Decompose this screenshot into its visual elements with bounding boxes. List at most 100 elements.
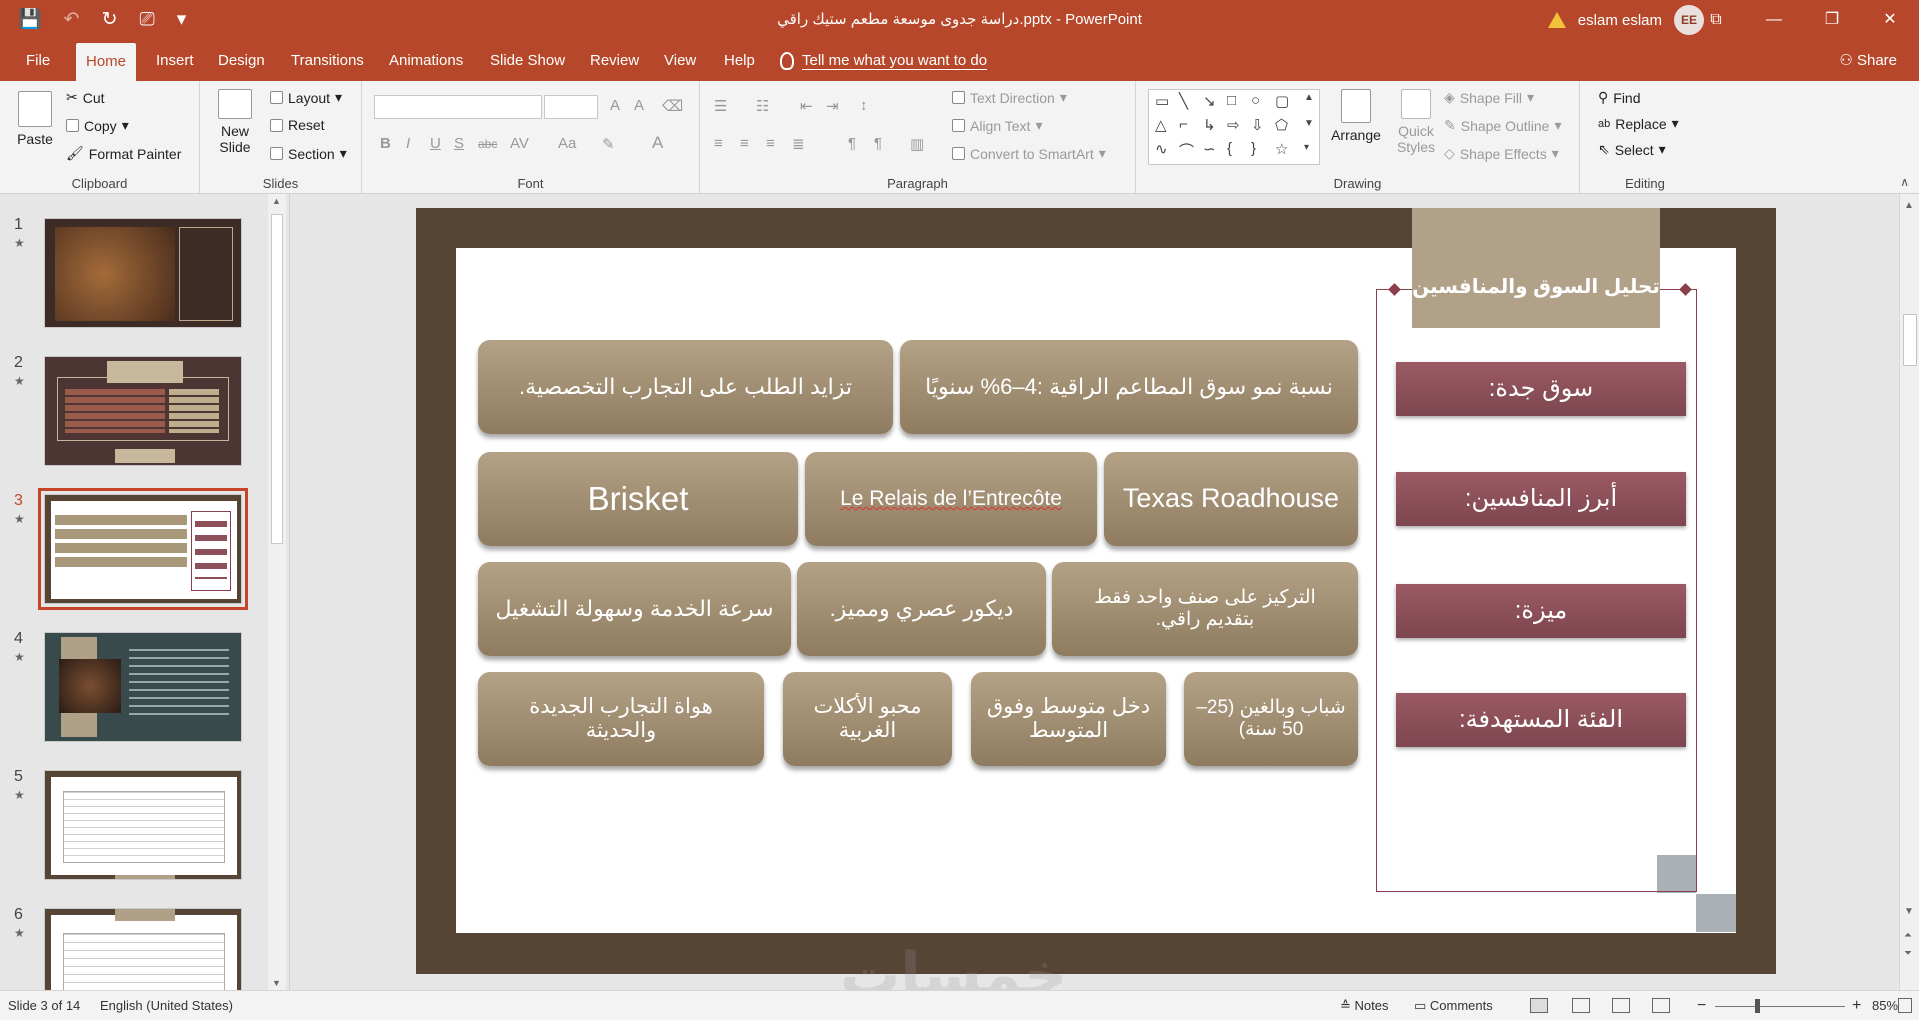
slide-sorter-view-icon[interactable] (1572, 998, 1590, 1013)
slide-thumbnail-4[interactable] (44, 632, 242, 742)
find-button[interactable]: ⚲ Find (1598, 89, 1641, 106)
italic-icon[interactable]: I (406, 135, 410, 152)
tab-review[interactable]: Review (580, 40, 649, 81)
elbow-connector-icon[interactable]: ⌐ (1179, 116, 1188, 133)
card-texas-roadhouse[interactable]: Texas Roadhouse (1104, 452, 1358, 546)
tab-transitions[interactable]: Transitions (281, 40, 374, 81)
elbow-arrow-icon[interactable]: ↳ (1203, 116, 1216, 134)
notes-button[interactable]: ≙ Notes (1340, 991, 1388, 1020)
scrollbar-thumb[interactable] (1903, 314, 1917, 366)
gallery-up-icon[interactable]: ▲ (1304, 92, 1314, 103)
zoom-level[interactable]: 85% (1872, 991, 1898, 1020)
scrollbar-thumb[interactable] (271, 214, 283, 544)
bold-icon[interactable]: B (380, 135, 391, 152)
decrease-indent-icon[interactable]: ⇤ (800, 97, 813, 115)
label-competitors[interactable]: أبرز المنافسين: (1396, 472, 1686, 526)
character-spacing-icon[interactable]: AV (510, 135, 529, 152)
layout-button[interactable]: Layout ▾ (270, 89, 342, 106)
font-color-icon[interactable]: A (652, 133, 663, 153)
text-direction-ltr-icon[interactable]: ¶ (874, 135, 882, 152)
ribbon-display-options-icon[interactable]: ⧉ (1687, 0, 1745, 40)
text-direction-rtl-icon[interactable]: ¶ (848, 135, 856, 152)
reset-button[interactable]: Reset (270, 117, 325, 133)
oval-shape-icon[interactable]: ○ (1251, 92, 1260, 109)
align-right-icon[interactable]: ≡ (766, 135, 775, 152)
tell-me-search[interactable]: Tell me what you want to do (780, 40, 988, 81)
label-advantage[interactable]: ميزة: (1396, 584, 1686, 638)
align-text-button[interactable]: Align Text ▾ (952, 117, 1042, 134)
card-brisket[interactable]: Brisket (478, 452, 798, 546)
tab-home[interactable]: Home (76, 43, 137, 81)
zoom-in-button[interactable]: + (1852, 991, 1861, 1020)
redo-icon[interactable]: ↻ (102, 0, 118, 40)
gallery-down-icon[interactable]: ▼ (1304, 118, 1314, 129)
card-income[interactable]: دخل متوسط وفوق المتوسط (971, 672, 1166, 766)
copy-button[interactable]: Copy ▾ (66, 117, 129, 134)
new-slide-button[interactable]: New Slide (210, 89, 260, 155)
tab-slide-show[interactable]: Slide Show (480, 40, 575, 81)
triangle-shape-icon[interactable]: △ (1155, 116, 1167, 134)
card-fast-service[interactable]: سرعة الخدمة وسهولة التشغيل (478, 562, 791, 656)
paste-button[interactable]: Paste (10, 91, 60, 147)
slide-thumbnail-6[interactable] (44, 908, 242, 990)
reading-view-icon[interactable] (1612, 998, 1630, 1013)
down-arrow-shape-icon[interactable]: ⇩ (1251, 116, 1264, 134)
line-spacing-icon[interactable]: ↕ (860, 97, 868, 114)
zoom-slider-track[interactable] (1715, 1006, 1845, 1007)
cut-button[interactable]: ✂ Cut (66, 89, 105, 106)
shape-fill-button[interactable]: ◈ Shape Fill ▾ (1444, 89, 1534, 106)
tab-view[interactable]: View (654, 40, 706, 81)
highlight-icon[interactable]: ✎ (602, 135, 615, 153)
zoom-out-button[interactable]: − (1697, 991, 1706, 1020)
present-icon[interactable]: ⎚ (140, 0, 155, 40)
replace-button[interactable]: ab Replace ▾ (1598, 115, 1679, 132)
fit-slide-icon[interactable] (1898, 998, 1912, 1013)
card-modern-decor[interactable]: ديكور عصري ومميز. (797, 562, 1046, 656)
scroll-down-icon[interactable]: ▼ (1904, 906, 1914, 917)
font-name-input[interactable] (374, 95, 542, 119)
slide-thumbnail-3[interactable] (38, 488, 248, 610)
gallery-more-icon[interactable]: ▾ (1304, 142, 1309, 153)
tab-file[interactable]: File (16, 40, 60, 81)
card-youth-adults[interactable]: شباب وبالغين (25–50 سنة) (1184, 672, 1358, 766)
close-button[interactable]: ✕ (1861, 0, 1919, 40)
shrink-font-icon[interactable]: A (634, 97, 644, 114)
numbering-icon[interactable]: ☷ (756, 97, 769, 115)
freeform-shape-icon[interactable]: ⬠ (1275, 116, 1288, 134)
customize-qat-icon[interactable]: ▾ (177, 0, 187, 40)
rectangle-shape-icon[interactable]: □ (1227, 92, 1236, 109)
right-arrow-shape-icon[interactable]: ⇨ (1227, 116, 1240, 134)
change-case-icon[interactable]: Aa (558, 135, 576, 152)
thumbnail-scrollbar[interactable]: ▲ ▼ (268, 194, 286, 990)
right-brace-shape-icon[interactable]: } (1251, 140, 1256, 157)
arrange-button[interactable]: Arrange (1326, 89, 1386, 143)
star-shape-icon[interactable]: ☆ (1275, 140, 1288, 158)
slide-thumbnail-5[interactable] (44, 770, 242, 880)
card-new-experience-fans[interactable]: هواة التجارب الجديدة والحديثة (478, 672, 764, 766)
slide-thumbnail-1[interactable] (44, 218, 242, 328)
rounded-rect-shape-icon[interactable]: ▢ (1275, 92, 1289, 110)
scroll-down-icon[interactable]: ▼ (272, 978, 281, 988)
font-size-input[interactable] (544, 95, 598, 119)
next-slide-icon[interactable]: ⏷ (1904, 948, 1912, 959)
share-button[interactable]: ⚇ Share (1839, 40, 1897, 81)
line-shape-icon[interactable]: ╲ (1179, 92, 1188, 110)
grow-font-icon[interactable]: A (610, 97, 620, 114)
scroll-up-icon[interactable]: ▲ (1904, 200, 1914, 211)
language-indicator[interactable]: English (United States) (100, 991, 233, 1020)
save-icon[interactable]: 💾 (18, 0, 42, 40)
textbox-shape-icon[interactable]: ▭ (1155, 92, 1169, 110)
shape-effects-button[interactable]: ◇ Shape Effects ▾ (1444, 145, 1559, 162)
slide-show-view-icon[interactable] (1652, 998, 1670, 1013)
undo-icon[interactable]: ↶ (64, 0, 80, 40)
tab-design[interactable]: Design (208, 40, 275, 81)
label-target-group[interactable]: الفئة المستهدفة: (1396, 693, 1686, 747)
label-jeddah-market[interactable]: سوق جدة: (1396, 362, 1686, 416)
align-center-icon[interactable]: ≡ (740, 135, 749, 152)
slide-counter[interactable]: Slide 3 of 14 (8, 991, 80, 1020)
zoom-slider-handle[interactable] (1755, 999, 1760, 1013)
card-single-item-focus[interactable]: التركيز على صنف واحد فقط بتقديم راقي. (1052, 562, 1358, 656)
select-button[interactable]: ⇖ Select ▾ (1598, 141, 1666, 158)
bullets-icon[interactable]: ☰ (714, 97, 727, 115)
card-le-relais[interactable]: Le Relais de l’Entrecôte (805, 452, 1097, 546)
